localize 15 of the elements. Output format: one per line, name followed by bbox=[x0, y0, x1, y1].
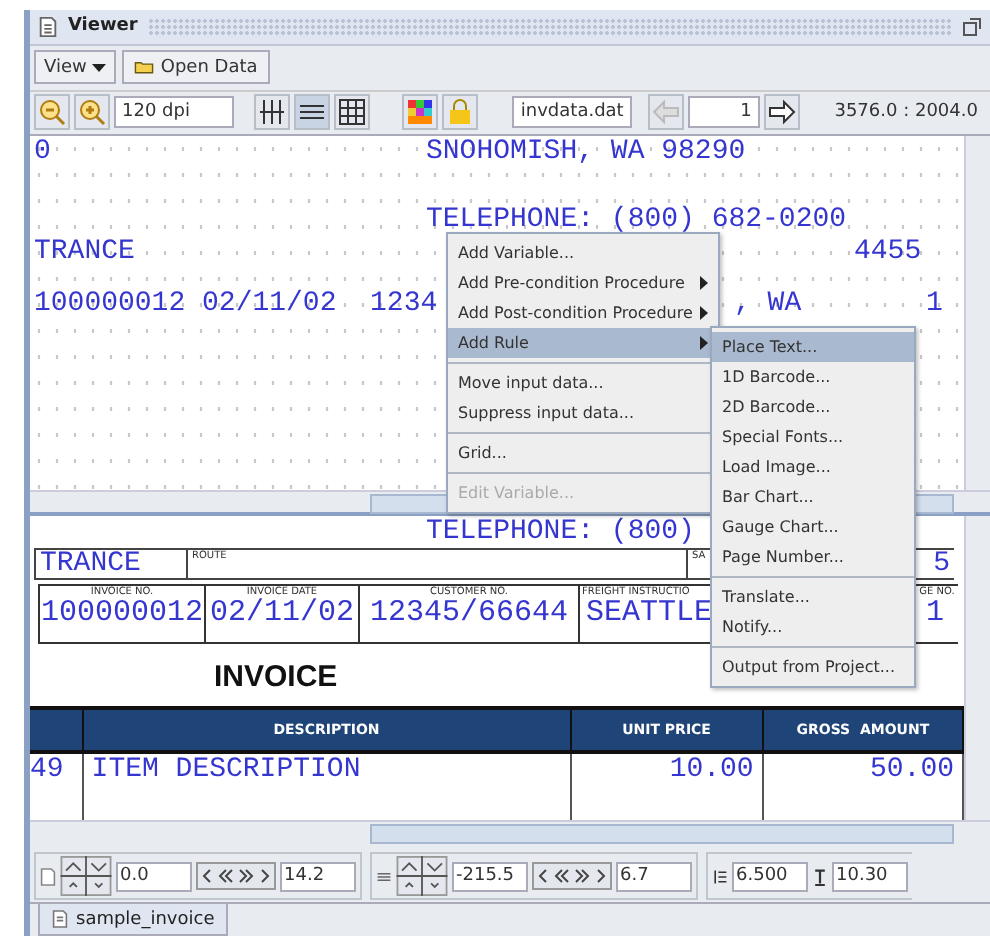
document-text: 4455 bbox=[854, 236, 922, 269]
document-text: 100000012 02/11/02 1234 bbox=[34, 288, 438, 321]
document-text: TRANCE bbox=[34, 236, 135, 269]
telephone-text: TELEPHONE: (800) bbox=[426, 516, 695, 549]
window-title: Viewer bbox=[68, 16, 138, 37]
data-file-field: invdata.dat bbox=[512, 96, 632, 129]
document-text: 1 bbox=[926, 288, 943, 321]
document-text: 0 bbox=[34, 136, 51, 169]
document-text: , WA bbox=[734, 288, 802, 321]
document-text: SNOHOMISH, WA 98290 bbox=[426, 136, 746, 169]
document-text: TELEPHONE: (800) 682-0200 bbox=[426, 204, 847, 237]
tab-label: sample_invoice bbox=[76, 909, 215, 930]
form-cell: TRANCE bbox=[34, 548, 186, 581]
coordinates-readout: 3576.0 : 2004.0 bbox=[834, 102, 980, 123]
invoice-heading: INVOICE bbox=[214, 660, 338, 695]
